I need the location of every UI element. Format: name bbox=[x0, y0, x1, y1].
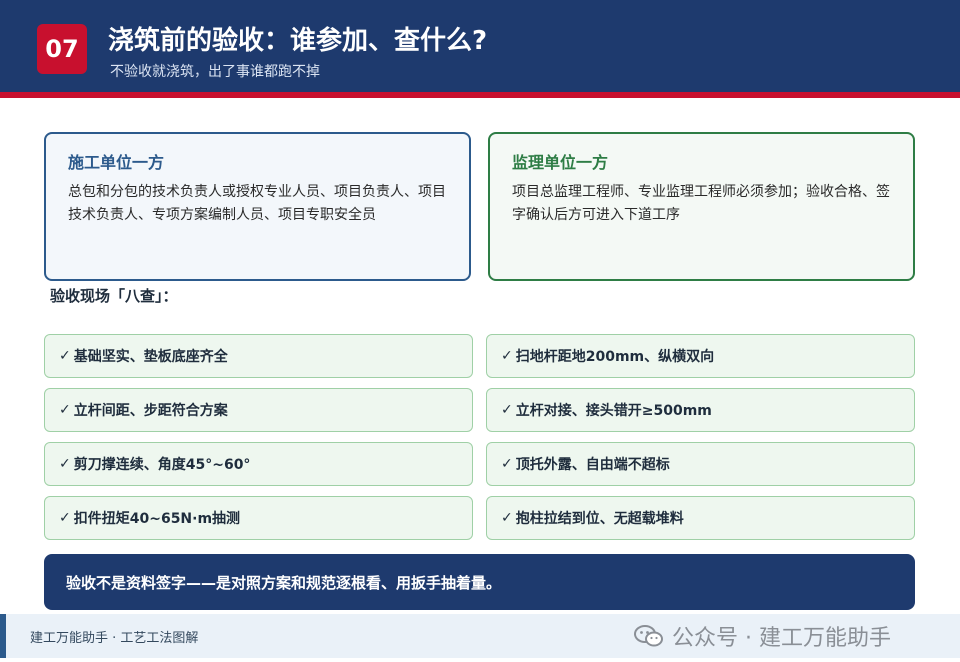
check-item-text: 顶托外露、自由端不超标 bbox=[515, 457, 670, 473]
footer-bar: 建工万能助手 · 工艺工法图解 公众号 · 建工万能助手 bbox=[0, 614, 960, 658]
supervision-party-title: 监理单位一方 bbox=[512, 153, 609, 172]
check-mark-icon: ✓ bbox=[59, 402, 71, 418]
check-mark-icon: ✓ bbox=[59, 456, 71, 472]
check-item-text: 扣件扭矩40~65N·m抽测 bbox=[73, 511, 241, 527]
page-title: 浇筑前的验收：谁参加、查什么? bbox=[108, 26, 488, 56]
header-bar: 07 浇筑前的验收：谁参加、查什么? 不验收就浇筑，出了事谁都跑不掉 bbox=[0, 0, 960, 92]
eight-checks-label: 验收现场「八查」： bbox=[50, 287, 178, 305]
check-mark-icon: ✓ bbox=[59, 348, 71, 364]
check-item-text: 立杆对接、接头错开≥500mm bbox=[515, 403, 712, 419]
page-subtitle: 不验收就浇筑，出了事谁都跑不掉 bbox=[110, 64, 320, 80]
check-mark-icon: ✓ bbox=[501, 402, 513, 418]
check-item: ✓ 顶托外露、自由端不超标 bbox=[486, 442, 915, 486]
check-mark-icon: ✓ bbox=[501, 348, 513, 364]
check-item: ✓ 立杆间距、步距符合方案 bbox=[44, 388, 473, 432]
check-item-text: 剪刀撑连续、角度45°~60° bbox=[73, 457, 251, 473]
check-item: ✓ 立杆对接、接头错开≥500mm bbox=[486, 388, 915, 432]
section-number-badge: 07 bbox=[37, 24, 87, 74]
wechat-icon bbox=[634, 625, 663, 647]
construction-party-card: 施工单位一方 总包和分包的技术负责人或授权专业人员、项目负责人、项目技术负责人、… bbox=[44, 132, 471, 281]
check-item-text: 基础坚实、垫板底座齐全 bbox=[73, 349, 228, 365]
check-item-text: 立杆间距、步距符合方案 bbox=[73, 403, 228, 419]
construction-party-desc: 总包和分包的技术负责人或授权专业人员、项目负责人、项目技术负责人、专项方案编制人… bbox=[68, 184, 446, 223]
check-mark-icon: ✓ bbox=[501, 456, 513, 472]
check-mark-icon: ✓ bbox=[59, 510, 71, 526]
key-message-callout: 验收不是资料签字——是对照方案和规范逐根看、用扳手抽着量。 bbox=[44, 554, 915, 610]
check-mark-icon: ✓ bbox=[501, 510, 513, 526]
watermark: 公众号 · 建工万能助手 bbox=[634, 622, 891, 651]
check-item: ✓ 剪刀撑连续、角度45°~60° bbox=[44, 442, 473, 486]
construction-party-title: 施工单位一方 bbox=[68, 153, 165, 172]
check-item: ✓ 抱柱拉结到位、无超载堆料 bbox=[486, 496, 915, 540]
check-item: ✓ 基础坚实、垫板底座齐全 bbox=[44, 334, 473, 378]
check-item-text: 扫地杆距地200mm、纵横双向 bbox=[515, 349, 715, 365]
supervision-party-desc: 项目总监理工程师、专业监理工程师必须参加；验收合格、签字确认后方可进入下道工序 bbox=[512, 184, 890, 223]
callout-text: 验收不是资料签字——是对照方案和规范逐根看、用扳手抽着量。 bbox=[66, 573, 502, 592]
supervision-party-card: 监理单位一方 项目总监理工程师、专业监理工程师必须参加；验收合格、签字确认后方可… bbox=[488, 132, 915, 281]
footer-caption: 建工万能助手 · 工艺工法图解 bbox=[30, 631, 199, 646]
watermark-text: 公众号 · 建工万能助手 bbox=[672, 626, 891, 651]
header-red-stripe bbox=[0, 92, 960, 98]
check-item: ✓ 扣件扭矩40~65N·m抽测 bbox=[44, 496, 473, 540]
check-item: ✓ 扫地杆距地200mm、纵横双向 bbox=[486, 334, 915, 378]
check-item-text: 抱柱拉结到位、无超载堆料 bbox=[515, 511, 684, 527]
